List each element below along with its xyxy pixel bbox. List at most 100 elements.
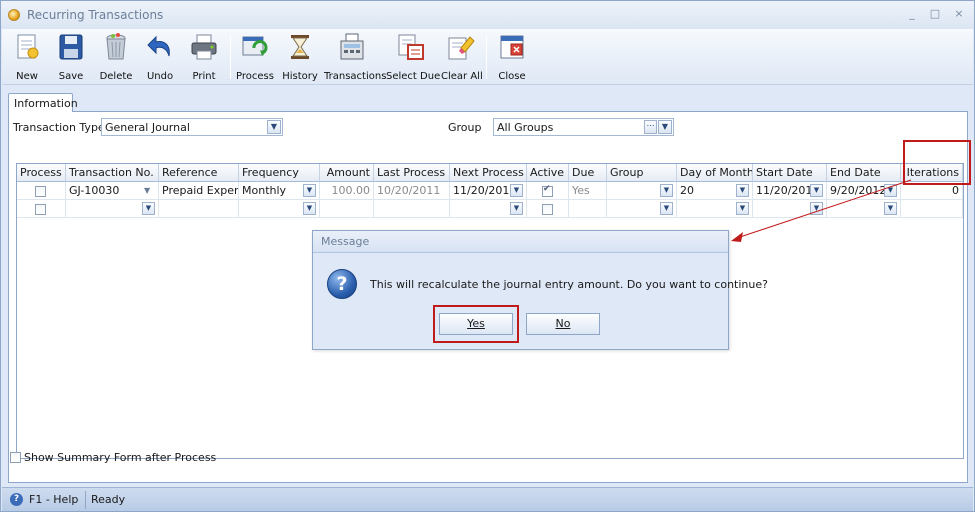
title-bar: Recurring Transactions _ □ × (1, 1, 974, 29)
history-button[interactable]: History (281, 32, 319, 84)
transactions-button[interactable]: Transactions (324, 32, 387, 84)
history-label: History (282, 71, 318, 82)
close-form-icon (497, 32, 527, 62)
column-header-process[interactable]: Process (17, 164, 66, 182)
minimize-button[interactable]: _ (904, 7, 920, 21)
column-header-next-process[interactable]: Next Process (450, 164, 527, 182)
new-row-transaction-no[interactable]: ▼ (66, 200, 159, 218)
question-icon: ? (327, 269, 357, 299)
help-icon[interactable]: ? (10, 493, 23, 506)
status-separator (85, 491, 86, 509)
floppy-disk-icon (56, 32, 86, 62)
delete-button[interactable]: Delete (96, 32, 136, 84)
chevron-down-icon[interactable]: ▼ (660, 202, 673, 215)
clear-all-button[interactable]: Clear All (441, 32, 483, 84)
active-checkbox[interactable] (542, 184, 553, 197)
select-due-button[interactable]: Select Due (386, 32, 441, 84)
process-button[interactable]: Process (235, 32, 275, 84)
chevron-down-icon[interactable]: ▼ (267, 120, 281, 134)
column-header-amount[interactable]: Amount (320, 164, 374, 182)
row1-process-cell (17, 182, 66, 200)
clear-all-label: Clear All (441, 71, 483, 82)
close-window-button[interactable]: × (951, 7, 967, 21)
chevron-down-icon[interactable]: ▼ (142, 202, 155, 215)
select-due-label: Select Due (386, 71, 441, 82)
no-button[interactable]: No (526, 313, 600, 335)
transactions-icon (337, 32, 367, 62)
print-label: Print (192, 71, 216, 82)
transaction-type-value: General Journal (105, 121, 190, 134)
new-row-next-process[interactable]: ▼ (450, 200, 527, 218)
status-text: Ready (91, 493, 126, 506)
toolbar-separator (230, 35, 231, 79)
trash-can-icon (101, 32, 131, 62)
column-header-reference[interactable]: Reference (159, 164, 239, 182)
show-summary-label: Show Summary Form after Process (24, 451, 217, 464)
new-row-due (569, 200, 607, 218)
transaction-type-select[interactable]: General Journal ▼ (101, 118, 283, 136)
row1-group[interactable]: ▼ (607, 182, 677, 200)
new-row-process-cell (17, 200, 66, 218)
chevron-down-icon[interactable]: ▼ (660, 184, 673, 197)
process-checkbox[interactable] (35, 204, 46, 215)
new-label: New (16, 71, 38, 82)
print-button[interactable]: Print (185, 32, 223, 84)
eraser-icon (445, 32, 475, 62)
help-shortcut[interactable]: F1 - Help (29, 493, 78, 506)
column-header-last-process[interactable]: Last Process (374, 164, 450, 182)
new-row-frequency[interactable]: ▼ (239, 200, 320, 218)
undo-arrow-icon (145, 32, 175, 62)
close-label: Close (498, 71, 526, 82)
chevron-down-icon[interactable]: ▼ (510, 184, 523, 197)
process-icon (240, 32, 270, 62)
transactions-label: Transactions (324, 71, 387, 82)
recurring-transactions-window: Recurring Transactions _ □ × New Save De… (0, 0, 975, 512)
undo-button[interactable]: Undo (141, 32, 179, 84)
process-checkbox[interactable] (35, 186, 46, 197)
tab-information[interactable]: Information (8, 93, 78, 112)
row1-frequency[interactable]: Monthly ▼ (239, 182, 320, 200)
close-button[interactable]: Close (493, 32, 531, 84)
column-header-frequency[interactable]: Frequency (239, 164, 320, 182)
chevron-down-icon[interactable]: ▼ (658, 120, 672, 134)
dialog-title: Message (313, 231, 728, 253)
row1-transaction-no[interactable]: GJ-10030 ▼ (66, 182, 159, 200)
new-row-group[interactable]: ▼ (607, 200, 677, 218)
annotation-arrow (731, 179, 912, 242)
show-summary-checkbox[interactable] (10, 452, 21, 463)
maximize-button[interactable]: □ (927, 7, 943, 21)
new-row-active-cell (527, 200, 569, 218)
new-button[interactable]: New (8, 32, 46, 84)
transaction-type-label: Transaction Type (13, 121, 105, 134)
column-header-active[interactable]: Active (527, 164, 569, 182)
row1-next-process[interactable]: 11/20/2011 ▼ (450, 182, 527, 200)
column-header-group[interactable]: Group (607, 164, 677, 182)
chevron-down-icon[interactable]: ▼ (303, 202, 316, 215)
save-button[interactable]: Save (52, 32, 90, 84)
chevron-down-icon[interactable]: ▼ (510, 202, 523, 215)
save-label: Save (58, 71, 84, 82)
column-header-transaction-no[interactable]: Transaction No. (66, 164, 159, 182)
toolbar-separator (486, 35, 487, 79)
new-document-icon (12, 32, 42, 62)
group-value: All Groups (497, 121, 554, 134)
new-row-amount (320, 200, 374, 218)
delete-label: Delete (99, 71, 133, 82)
undo-label: Undo (146, 71, 174, 82)
select-due-icon (396, 32, 426, 62)
dialog-message: This will recalculate the journal entry … (370, 278, 768, 291)
new-row-reference[interactable] (159, 200, 239, 218)
window-title: Recurring Transactions (27, 8, 164, 22)
chevron-down-icon[interactable]: ▼ (303, 184, 316, 197)
ellipsis-icon[interactable]: ⋯ (644, 120, 657, 134)
group-select[interactable]: All Groups ⋯ ▼ (493, 118, 674, 136)
transaction-no-value: GJ-10030 (69, 184, 120, 197)
active-checkbox[interactable] (542, 204, 553, 215)
status-bar: ? F1 - Help Ready (2, 487, 973, 511)
column-header-due[interactable]: Due (569, 164, 607, 182)
next-process-value: 11/20/2011 (453, 184, 517, 197)
new-row-last-process (374, 200, 450, 218)
process-label: Process (236, 71, 274, 82)
row1-reference[interactable]: Prepaid Expense (159, 182, 239, 200)
yes-button-highlight (433, 305, 519, 343)
